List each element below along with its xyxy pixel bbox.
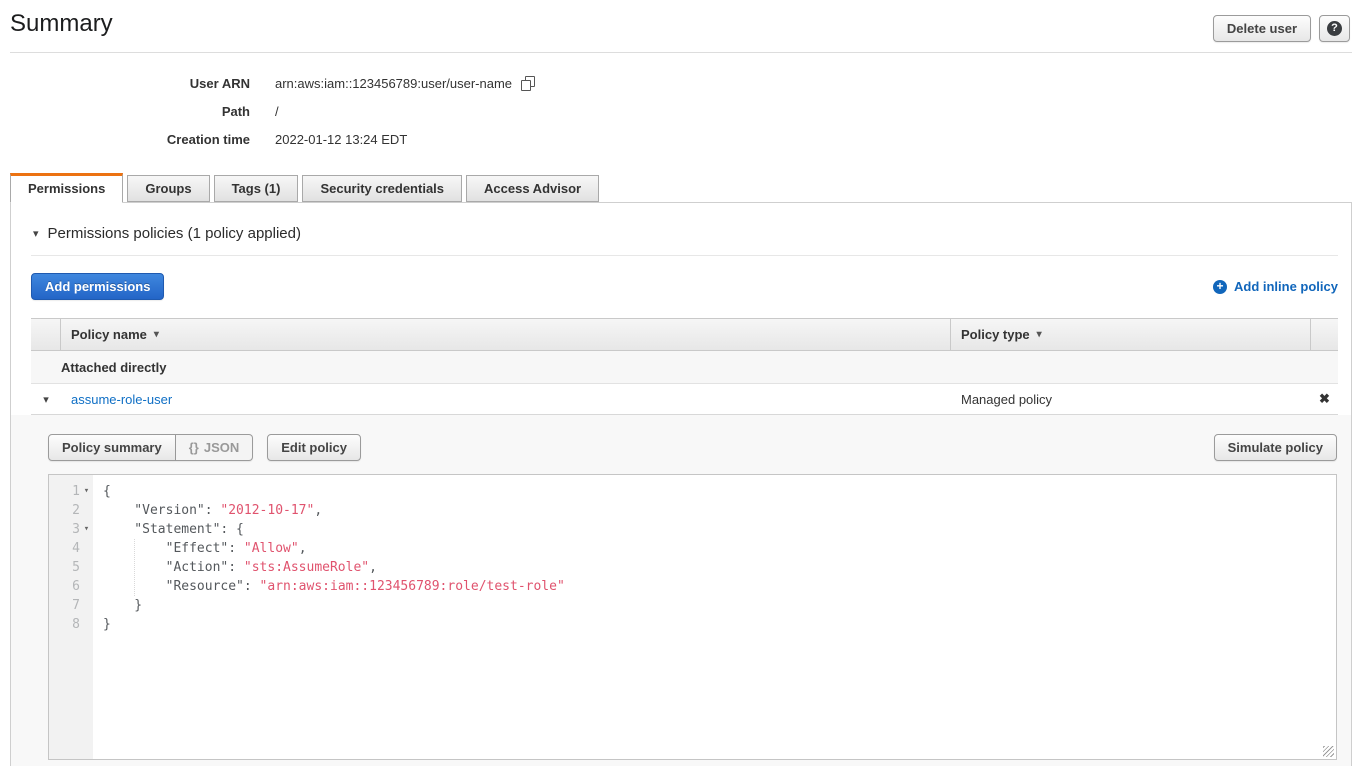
fold-spacer xyxy=(80,558,93,577)
header-divider xyxy=(10,52,1352,53)
editor-line-number: 5 xyxy=(49,558,93,577)
header-cell-policy-name[interactable]: Policy name ▾ xyxy=(61,319,951,350)
editor-code-line[interactable]: { xyxy=(103,482,1336,501)
delete-user-button[interactable]: Delete user xyxy=(1213,15,1311,42)
policy-type-value: Managed policy xyxy=(951,392,1311,407)
editor-line-number: 8 xyxy=(49,615,93,634)
add-inline-policy-label: Add inline policy xyxy=(1234,279,1338,294)
policy-table-header: Policy name ▾ Policy type ▾ xyxy=(31,318,1338,351)
editor-line-number: 2 xyxy=(49,501,93,520)
policy-row: ▾ assume-role-user Managed policy ✖ xyxy=(31,384,1338,415)
fold-spacer xyxy=(80,501,93,520)
policy-summary-button[interactable]: Policy summary xyxy=(48,434,176,461)
attached-directly-group-row: Attached directly xyxy=(31,351,1338,384)
creation-time-label: Creation time xyxy=(0,132,250,147)
detail-row-path: Path / xyxy=(0,97,1362,125)
policy-detail-toolbar: Policy summary {} JSON Edit policy Simul… xyxy=(48,434,1337,461)
resize-grip-icon[interactable] xyxy=(1323,746,1334,757)
policy-view-segmented-control: Policy summary {} JSON xyxy=(48,434,253,461)
edit-policy-button[interactable]: Edit policy xyxy=(267,434,361,461)
permissions-panel: ▾ Permissions policies (1 policy applied… xyxy=(10,202,1352,766)
indent-guide xyxy=(134,539,135,596)
add-inline-policy-link[interactable]: + Add inline policy xyxy=(1213,279,1338,294)
copy-icon[interactable] xyxy=(521,76,535,91)
editor-line-number: 6 xyxy=(49,577,93,596)
permissions-policies-heading[interactable]: ▾ Permissions policies (1 policy applied… xyxy=(31,219,1338,256)
user-arn-value: arn:aws:iam::123456789:user/user-name xyxy=(275,76,512,91)
policy-detail-area: Policy summary {} JSON Edit policy Simul… xyxy=(11,415,1351,766)
fold-spacer xyxy=(80,596,93,615)
fold-arrow-icon[interactable]: ▾ xyxy=(80,520,93,539)
creation-time-value: 2022-01-12 13:24 EDT xyxy=(275,132,407,147)
detach-policy-icon[interactable]: ✖ xyxy=(1311,391,1338,407)
tab-security-credentials[interactable]: Security credentials xyxy=(302,175,462,202)
json-view-button[interactable]: {} JSON xyxy=(176,434,254,461)
simulate-policy-button[interactable]: Simulate policy xyxy=(1214,434,1337,461)
path-value: / xyxy=(275,104,279,119)
braces-icon: {} xyxy=(189,440,199,455)
policy-name-link[interactable]: assume-role-user xyxy=(61,392,951,407)
editor-code-line[interactable]: "Version": "2012-10-17", xyxy=(103,501,1336,520)
permissions-toolbar: Add permissions + Add inline policy xyxy=(31,273,1338,300)
permissions-policies-heading-label: Permissions policies (1 policy applied) xyxy=(48,225,301,242)
page-title: Summary xyxy=(10,10,113,38)
tab-bar: Permissions Groups Tags (1) Security cre… xyxy=(10,175,1362,202)
tab-tags[interactable]: Tags (1) xyxy=(214,175,299,202)
editor-line-number: 3▾ xyxy=(49,520,93,539)
user-arn-label: User ARN xyxy=(0,76,250,91)
expand-arrow-icon[interactable]: ▾ xyxy=(31,393,61,406)
user-details: User ARN arn:aws:iam::123456789:user/use… xyxy=(0,69,1362,153)
policy-table: Policy name ▾ Policy type ▾ Attached dir… xyxy=(31,318,1338,766)
tab-groups[interactable]: Groups xyxy=(127,175,209,202)
detail-row-creation-time: Creation time 2022-01-12 13:24 EDT xyxy=(0,125,1362,153)
editor-line-number: 7 xyxy=(49,596,93,615)
tab-access-advisor[interactable]: Access Advisor xyxy=(466,175,599,202)
detail-row-user-arn: User ARN arn:aws:iam::123456789:user/use… xyxy=(0,69,1362,97)
fold-spacer xyxy=(80,615,93,634)
fold-spacer xyxy=(80,539,93,558)
editor-line-number: 1▾ xyxy=(49,482,93,501)
editor-code-line[interactable]: "Resource": "arn:aws:iam::123456789:role… xyxy=(103,577,1336,596)
editor-code-line[interactable]: } xyxy=(103,615,1336,634)
help-button[interactable]: ? xyxy=(1319,15,1350,42)
fold-arrow-icon[interactable]: ▾ xyxy=(80,482,93,501)
editor-code-line[interactable]: "Action": "sts:AssumeRole", xyxy=(103,558,1336,577)
add-permissions-button[interactable]: Add permissions xyxy=(31,273,164,300)
header-cell-expander xyxy=(31,319,61,350)
editor-code-line[interactable]: } xyxy=(103,596,1336,615)
top-header: Summary Delete user ? xyxy=(0,0,1362,42)
editor-code-line[interactable]: "Effect": "Allow", xyxy=(103,539,1336,558)
fold-spacer xyxy=(80,577,93,596)
help-icon: ? xyxy=(1327,21,1342,36)
tab-permissions[interactable]: Permissions xyxy=(10,173,123,203)
plus-icon: + xyxy=(1213,280,1227,294)
header-actions: Delete user ? xyxy=(1213,15,1350,42)
editor-line-number: 4 xyxy=(49,539,93,558)
path-label: Path xyxy=(0,104,250,119)
sort-icon: ▾ xyxy=(154,329,159,340)
json-editor[interactable]: 1▾23▾45678 { "Version": "2012-10-17", "S… xyxy=(48,474,1337,760)
editor-code-line[interactable]: "Statement": { xyxy=(103,520,1336,539)
sort-icon: ▾ xyxy=(1037,329,1042,340)
header-cell-actions xyxy=(1311,319,1338,350)
header-cell-policy-type[interactable]: Policy type ▾ xyxy=(951,319,1311,350)
editor-gutter: 1▾23▾45678 xyxy=(49,475,93,759)
collapse-arrow-icon: ▾ xyxy=(33,227,39,240)
editor-code[interactable]: { "Version": "2012-10-17", "Statement": … xyxy=(93,475,1336,759)
